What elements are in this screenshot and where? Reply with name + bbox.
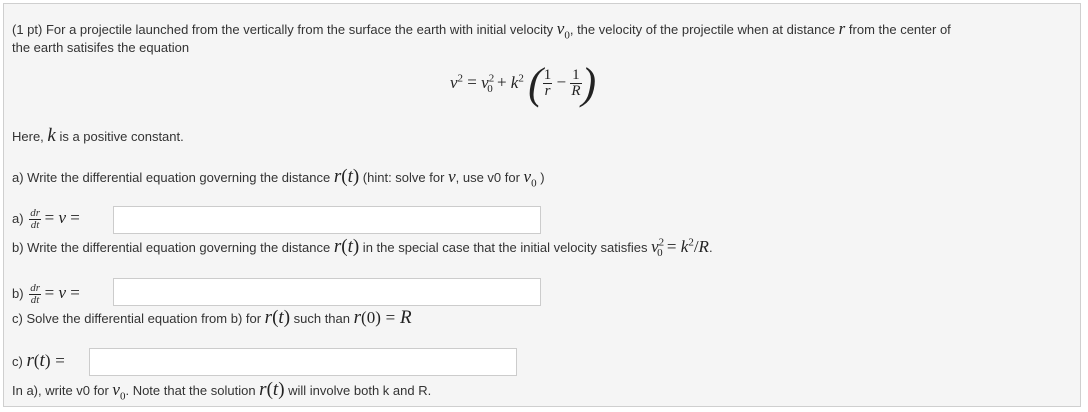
part-a-question: a) Write the differential equation gover… (12, 166, 545, 189)
intro-middle-text: , the velocity of the projectile when at… (569, 22, 839, 37)
part-a-label: a) (12, 211, 24, 226)
dr-dt-fraction: dr dt (29, 282, 41, 307)
initial-condition: r(0) = R (353, 307, 412, 328)
r-of-t-symbol: r(t) (333, 236, 360, 257)
intro-prefix-text: (1 pt) For a projectile launched from th… (12, 22, 557, 37)
v0-symbol: v0 (523, 167, 537, 190)
footer-note: In a), write v0 for v0. Note that the so… (12, 379, 431, 402)
constant-k-note: Here, k is a positive constant. (12, 125, 184, 147)
v-symbol: v (448, 167, 456, 186)
part-c-label: c) (12, 354, 23, 369)
dr-dt-fraction: dr dt (29, 207, 41, 232)
part-c-question-prefix: c) Solve the differential equation from … (12, 311, 265, 326)
here-suffix-text: is a positive constant. (55, 129, 184, 144)
special-case-equation: v20 = k2/R (651, 236, 709, 260)
part-b-label: b) (12, 286, 24, 301)
v0-symbol: v0 (556, 19, 570, 42)
part-a-question-prefix: a) Write the differential equation gover… (12, 170, 334, 185)
part-c-answer-label: c) r(t) = (12, 350, 65, 372)
footer-middle: . Note that the solution (125, 383, 260, 398)
part-c-question-middle: such than (290, 311, 354, 326)
problem-intro-line1: (1 pt) For a projectile launched from th… (12, 19, 951, 41)
part-b-question-prefix: b) Write the differential equation gover… (12, 240, 334, 255)
r-of-t-symbol: r(t) (259, 379, 285, 400)
velocity-equation: v2 = v20 + k2 (1 r − 1 R) (450, 58, 597, 108)
v0-symbol: v0 (112, 380, 126, 403)
part-a-answer-label: a) dr dt = v = (12, 208, 80, 231)
problem-intro-line2: the earth satisifes the equation (12, 40, 190, 55)
part-b-answer-input[interactable] (113, 278, 541, 306)
part-a-hint-prefix: (hint: solve for (359, 170, 449, 185)
footer-prefix: In a), write v0 for (12, 383, 113, 398)
equals-v-equals: = v = (44, 208, 80, 227)
intro-suffix-text: from the center of (845, 22, 951, 37)
footer-suffix: will involve both k and R. (284, 383, 432, 398)
here-prefix-text: Here, (12, 129, 48, 144)
r-of-t-symbol: r(t) (264, 307, 291, 328)
part-b-answer-label: b) dr dt = v = (12, 283, 80, 306)
part-c-answer-input[interactable] (89, 348, 517, 376)
r-of-t-symbol: r(t) (333, 166, 360, 187)
part-a-hint-middle: , use v0 for (455, 170, 524, 185)
part-a-hint-suffix: ) (536, 170, 545, 185)
equals-v-equals: = v = (44, 283, 80, 302)
r-of-t-equals: r(t) = (26, 350, 65, 371)
part-c-question: c) Solve the differential equation from … (12, 307, 412, 329)
part-b-question: b) Write the differential equation gover… (12, 236, 713, 259)
k-symbol: k (47, 125, 56, 146)
period: . (708, 240, 713, 255)
part-b-question-suffix: in the special case that the initial vel… (359, 240, 652, 255)
part-a-answer-input[interactable] (113, 206, 541, 234)
